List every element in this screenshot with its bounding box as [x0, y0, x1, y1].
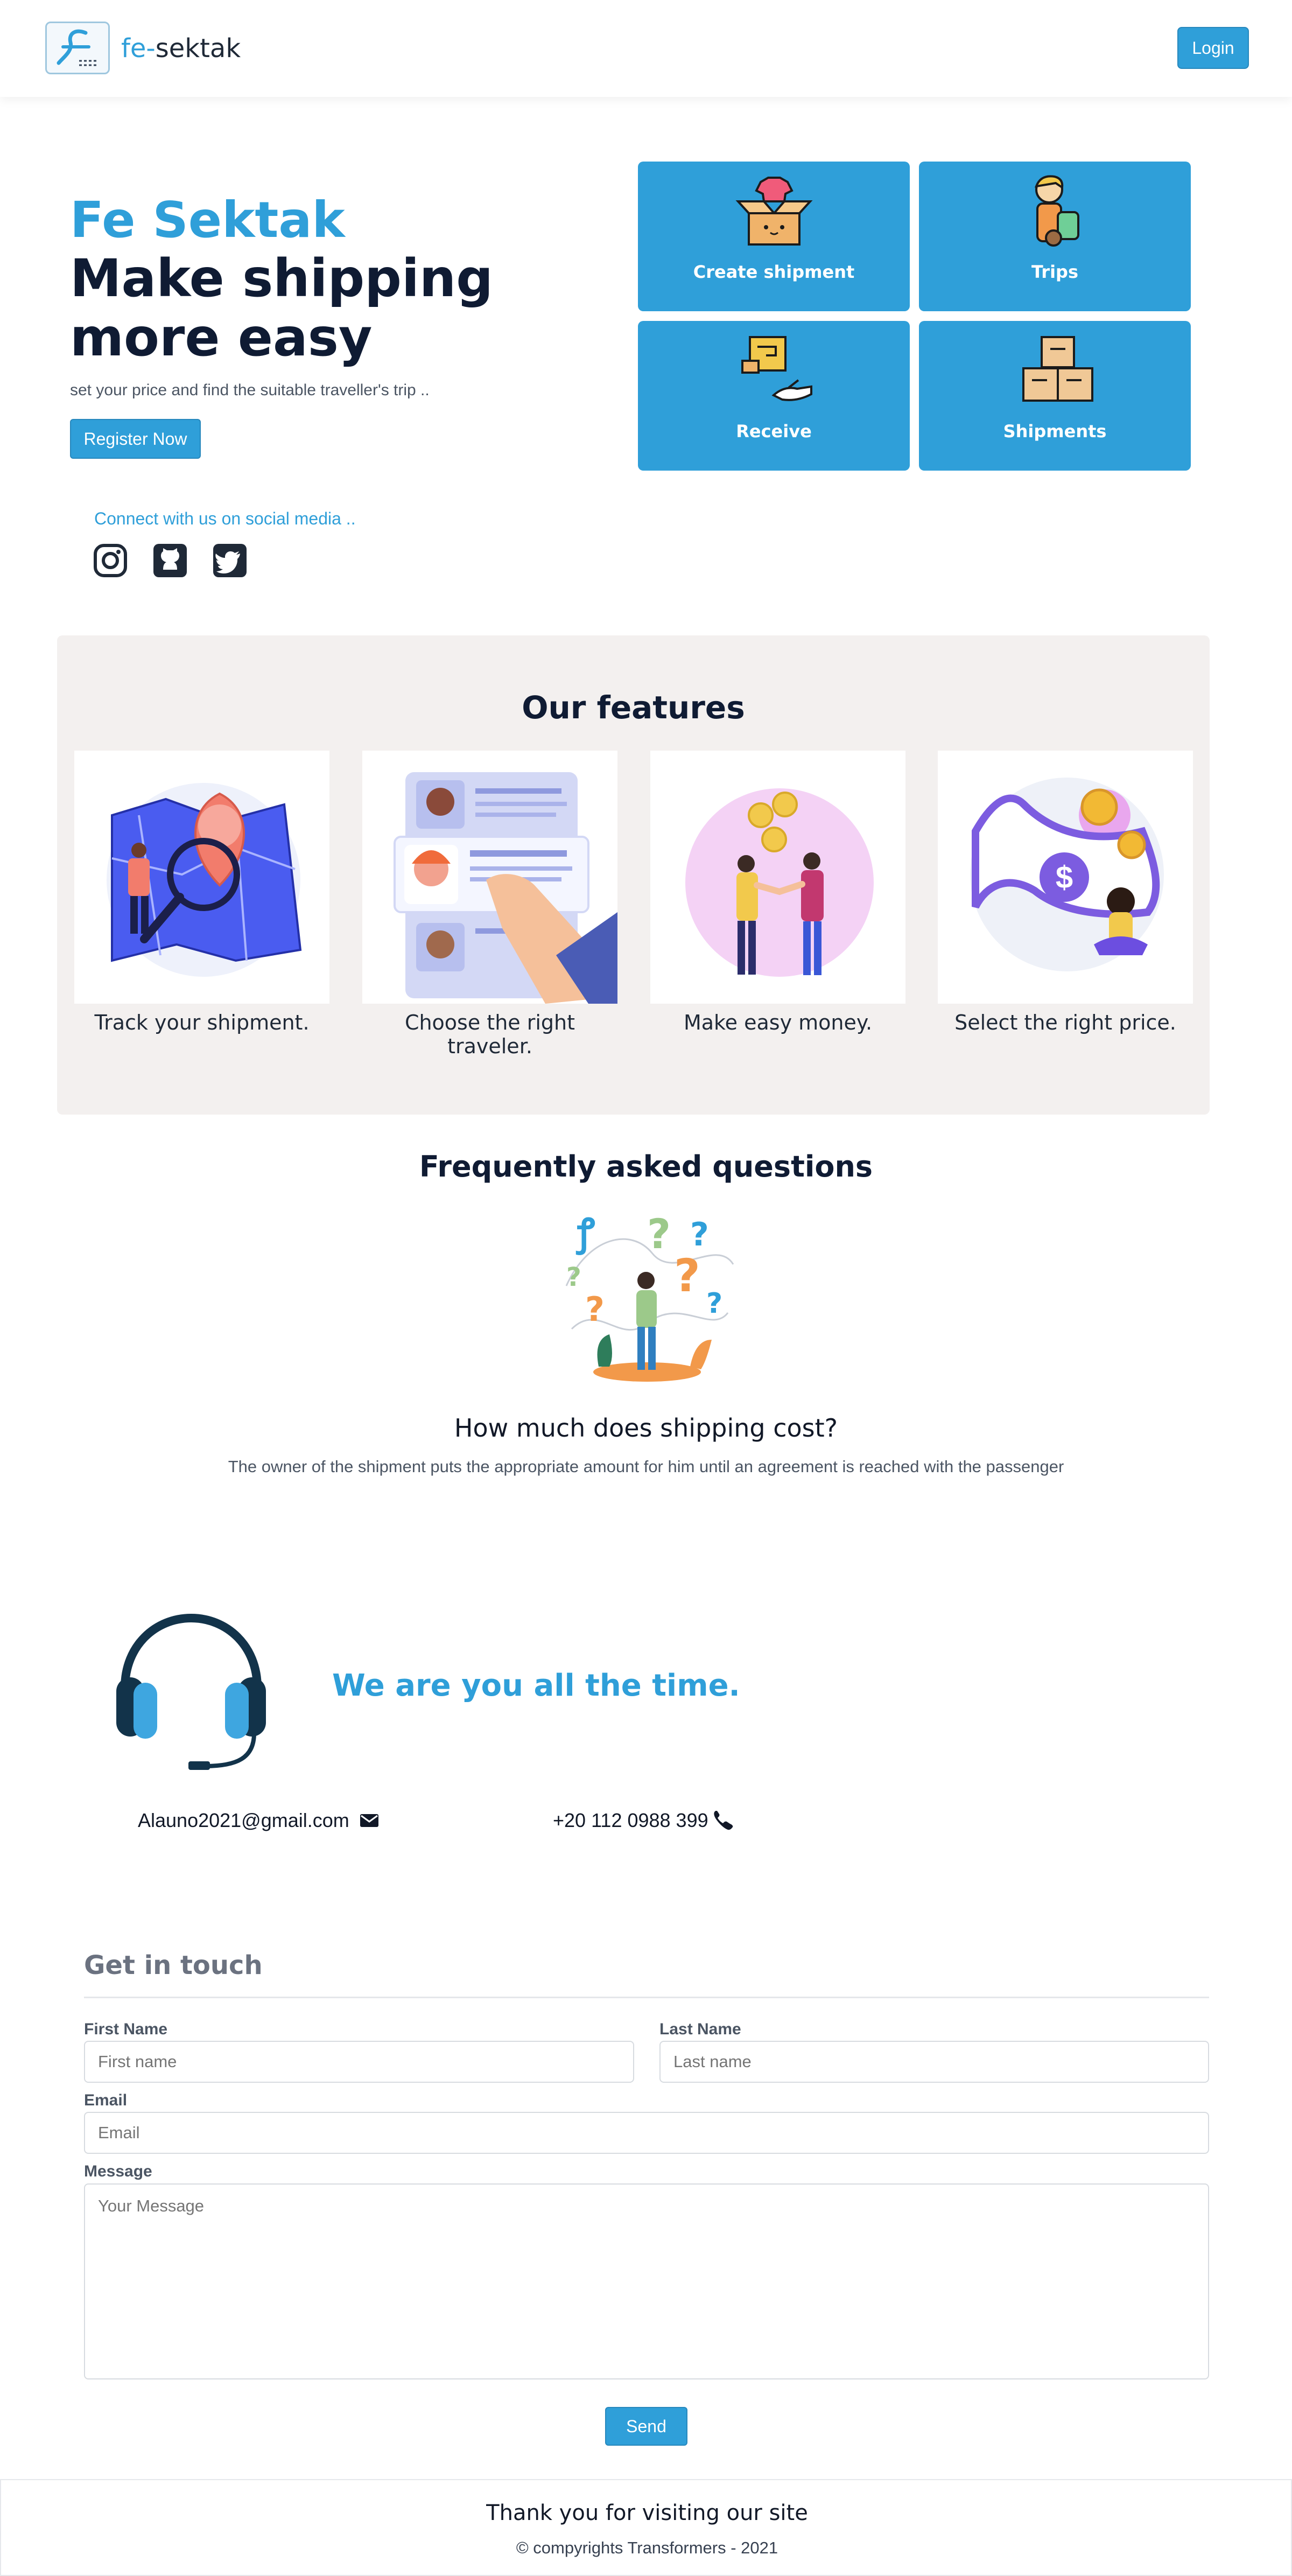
- svg-text:?: ?: [706, 1287, 722, 1320]
- headset-icon: [113, 1613, 269, 1777]
- svg-text:?: ?: [690, 1216, 709, 1254]
- email-label: Email: [84, 2091, 128, 2109]
- brand-name[interactable]: fe-sektak: [121, 33, 241, 64]
- last-name-field[interactable]: [659, 2041, 1209, 2083]
- footer-copyright: © compyrights Transformers - 2021: [516, 2538, 778, 2557]
- support-phone[interactable]: +20 112 0988 399: [553, 1809, 708, 1832]
- package-hand-icon: [741, 336, 812, 401]
- profile-selection-illustration: [394, 772, 617, 1004]
- first-name-label: First Name: [84, 2020, 168, 2038]
- envelope-icon: [360, 1812, 379, 1831]
- feature-card-money: [650, 751, 905, 1004]
- feature-card-traveler: [362, 751, 617, 1004]
- last-name-label: Last Name: [659, 2020, 741, 2038]
- phone-icon: [714, 1810, 733, 1833]
- hero-title: Make shipping more easy: [70, 248, 493, 368]
- register-button[interactable]: Register Now: [70, 419, 201, 459]
- instagram-icon[interactable]: [93, 543, 128, 578]
- faq-question[interactable]: How much does shipping cost?: [0, 1413, 1292, 1443]
- support-email[interactable]: Alauno2021@gmail.com: [138, 1809, 349, 1832]
- svg-text:?: ?: [647, 1210, 671, 1258]
- tile-label: Receive: [736, 421, 812, 442]
- feature-caption: Track your shipment.: [94, 1011, 310, 1034]
- handshake-coins-illustration: [685, 788, 874, 977]
- feature-caption: Select the right price.: [954, 1011, 1176, 1034]
- open-box-icon: [735, 177, 813, 246]
- svg-text:?: ?: [585, 1290, 605, 1329]
- tile-trips[interactable]: Trips: [919, 162, 1191, 311]
- github-icon[interactable]: [152, 543, 188, 578]
- brand-name-prefix: fe-: [121, 33, 156, 64]
- first-name-field[interactable]: [84, 2041, 634, 2083]
- svg-text:$: $: [1056, 860, 1073, 895]
- svg-text:?: ?: [674, 1249, 700, 1302]
- faq-title: Frequently asked questions: [419, 1150, 873, 1184]
- send-button[interactable]: Send: [605, 2407, 687, 2446]
- hero-subtitle: set your price and find the suitable tra…: [70, 381, 430, 399]
- message-field[interactable]: [84, 2183, 1209, 2379]
- brand-name-suffix: sektak: [155, 33, 241, 64]
- contact-title: Get in touch: [84, 1950, 263, 1980]
- map-magnifier-illustration: [107, 783, 302, 977]
- social-caption: Connect with us on social media ..: [94, 509, 356, 528]
- faq-answer: The owner of the shipment puts the appro…: [228, 1457, 1064, 1476]
- feature-caption: Make easy money.: [683, 1011, 873, 1034]
- hero-brand: Fe Sektak: [70, 191, 345, 249]
- logo-icon[interactable]: [45, 22, 110, 74]
- question-marks-illustration: ꝭ ? ? ? ? ? ?: [556, 1205, 739, 1385]
- email-field[interactable]: [84, 2112, 1209, 2154]
- feature-card-price: $: [938, 751, 1193, 1004]
- tile-receive[interactable]: Receive: [638, 321, 910, 471]
- tile-shipments[interactable]: Shipments: [919, 321, 1191, 471]
- features-section: Our features Track your shipment. Choose…: [57, 635, 1210, 1115]
- twitter-icon[interactable]: [212, 543, 248, 578]
- login-button[interactable]: Login: [1177, 27, 1249, 69]
- feature-caption: Choose the right traveler.: [404, 1011, 575, 1058]
- support-title: We are you all the time.: [332, 1668, 740, 1703]
- traveler-icon: [1034, 175, 1079, 247]
- message-label: Message: [84, 2162, 152, 2180]
- footer-thanks: Thank you for visiting our site: [486, 2501, 808, 2525]
- svg-text:?: ?: [566, 1262, 581, 1292]
- stacked-boxes-icon: [1022, 336, 1093, 402]
- tile-label: Shipments: [1003, 421, 1107, 442]
- divider: [84, 1997, 1209, 1998]
- tile-create-shipment[interactable]: Create shipment: [638, 162, 910, 311]
- svg-text:ꝭ: ꝭ: [575, 1210, 595, 1255]
- navbar: fe-sektak Login: [0, 0, 1292, 97]
- tile-label: Create shipment: [693, 262, 855, 282]
- tile-label: Trips: [1031, 262, 1078, 282]
- feature-card-track: [74, 751, 329, 1004]
- footer: Thank you for visiting our site © compyr…: [0, 2479, 1292, 2576]
- dollar-bill-illustration: $: [970, 778, 1164, 971]
- features-title: Our features: [522, 689, 745, 726]
